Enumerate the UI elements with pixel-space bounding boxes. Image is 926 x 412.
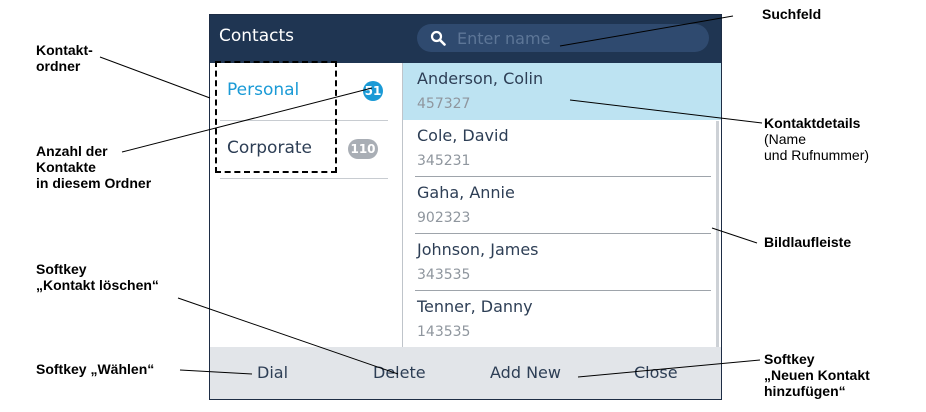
label-suchfeld: Suchfeld bbox=[762, 6, 822, 22]
label-softkey-loeschen-1: Softkey bbox=[36, 261, 87, 277]
contact-number: 143535 bbox=[417, 324, 471, 340]
title-bar: Contacts bbox=[210, 15, 721, 63]
contact-name: Cole, David bbox=[417, 126, 509, 145]
label-anzahl-1: Anzahl der bbox=[36, 143, 108, 159]
add-new-softkey[interactable]: Add New bbox=[490, 363, 561, 382]
scrollbar[interactable] bbox=[716, 121, 719, 349]
dial-softkey[interactable]: Dial bbox=[257, 363, 288, 382]
label-softkey-waehlen: Softkey „Wählen“ bbox=[36, 361, 155, 377]
list-item[interactable]: Anderson, Colin 457327 bbox=[403, 63, 721, 120]
search-field[interactable] bbox=[417, 24, 709, 52]
label-kontaktdetails-3: und Rufnummer) bbox=[764, 147, 870, 163]
label-softkey-loeschen-2: „Kontakt löschen“ bbox=[36, 277, 159, 293]
contact-name: Johnson, James bbox=[417, 240, 539, 259]
contact-name: Anderson, Colin bbox=[417, 69, 544, 88]
list-item[interactable]: Johnson, James 343535 bbox=[403, 234, 721, 291]
label-anzahl-3: in diesem Ordner bbox=[36, 175, 152, 191]
folder-highlight-box bbox=[215, 61, 337, 173]
list-item[interactable]: Tenner, Danny 143535 bbox=[403, 291, 721, 348]
label-bildlaufleiste: Bildlaufleiste bbox=[764, 234, 852, 250]
label-kontaktordner-1: Kontakt- bbox=[36, 42, 93, 58]
search-icon bbox=[430, 30, 446, 46]
softkey-bar: Dial Delete Add New Close bbox=[210, 347, 721, 399]
label-kontaktdetails: Kontaktdetails bbox=[764, 115, 861, 131]
label-kontaktordner-2: ordner bbox=[36, 58, 81, 74]
app-title: Contacts bbox=[219, 26, 294, 46]
label-anzahl-2: Kontakte bbox=[36, 159, 96, 175]
label-kontaktdetails-2: (Name bbox=[764, 131, 807, 147]
list-item[interactable]: Cole, David 345231 bbox=[403, 120, 721, 177]
label-softkey-neu-3: hinzufügen“ bbox=[764, 383, 846, 399]
contact-name: Gaha, Annie bbox=[417, 183, 515, 202]
contact-name: Tenner, Danny bbox=[417, 297, 533, 316]
delete-softkey[interactable]: Delete bbox=[373, 363, 426, 382]
contact-list: Anderson, Colin 457327 Cole, David 34523… bbox=[402, 63, 721, 349]
contact-number: 902323 bbox=[417, 210, 471, 226]
contact-number: 345231 bbox=[417, 153, 471, 169]
divider bbox=[220, 178, 388, 179]
search-input[interactable] bbox=[457, 27, 697, 49]
phone-screen: Contacts Personal 51 Corporate 110 Ander… bbox=[209, 14, 722, 400]
close-softkey[interactable]: Close bbox=[634, 363, 678, 382]
contact-number: 343535 bbox=[417, 267, 471, 283]
list-item[interactable]: Gaha, Annie 902323 bbox=[403, 177, 721, 234]
count-badge: 110 bbox=[348, 139, 378, 159]
count-badge: 51 bbox=[363, 81, 383, 101]
label-softkey-neu-1: Softkey bbox=[764, 351, 815, 367]
label-softkey-neu-2: „Neuen Kontakt bbox=[764, 367, 870, 383]
contact-number: 457327 bbox=[417, 96, 471, 112]
